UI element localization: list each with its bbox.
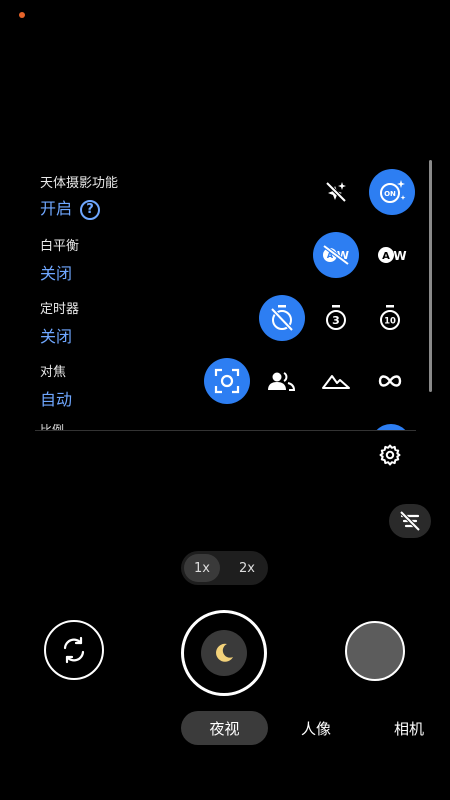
focus-label: 对焦 xyxy=(40,365,67,380)
astro-setting[interactable]: 天体摄影功能 开启? xyxy=(40,172,118,220)
mode-tab-night[interactable]: 夜视 xyxy=(181,711,268,745)
focus-landscape-option[interactable] xyxy=(313,358,359,404)
focus-portrait-icon xyxy=(268,372,295,391)
timer-3s-option[interactable]: 3 xyxy=(313,295,359,341)
motion-off-icon xyxy=(399,510,421,532)
timer-10s-option[interactable]: 10 xyxy=(367,295,413,341)
settings-button[interactable] xyxy=(375,440,405,470)
timer-setting[interactable]: 定时器 关闭 xyxy=(40,298,79,347)
white-balance-setting[interactable]: 白平衡 关闭 xyxy=(40,235,79,284)
gallery-thumbnail[interactable] xyxy=(345,621,405,681)
timer-label: 定时器 xyxy=(40,302,80,317)
settings-divider xyxy=(35,430,416,431)
focus-landscape-icon xyxy=(322,375,350,389)
awb-option[interactable]: A W xyxy=(369,232,415,278)
awb-off-icon: A W xyxy=(322,244,350,266)
focus-setting[interactable]: 对焦 自动 xyxy=(40,361,72,410)
astro-on-option[interactable]: ON xyxy=(369,169,415,215)
zoom-1x-button[interactable]: 1x xyxy=(184,554,220,582)
gear-icon xyxy=(379,444,401,466)
moon-icon xyxy=(216,643,233,662)
timer-3s-text: 3 xyxy=(332,314,340,327)
astro-label: 天体摄影功能 xyxy=(40,176,119,191)
focus-portrait-option[interactable] xyxy=(258,358,304,404)
astro-off-option[interactable] xyxy=(313,169,359,215)
focus-infinity-option[interactable] xyxy=(367,358,413,404)
timer-10s-text: 10 xyxy=(384,317,396,327)
focus-auto-icon xyxy=(214,368,240,394)
focus-value: 自动 xyxy=(40,390,73,409)
astro-off-icon xyxy=(325,181,347,203)
focus-infinity-icon xyxy=(378,375,402,387)
help-icon[interactable]: ? xyxy=(80,199,101,220)
timer-10s-icon: 10 xyxy=(380,305,400,330)
timer-off-icon xyxy=(270,305,294,332)
quick-settings-panel: 天体摄影功能 开启? ON 白平衡 关闭 A W A W 定时器 关闭 3 10… xyxy=(0,150,440,430)
shutter-button[interactable] xyxy=(181,610,267,696)
svg-text:A: A xyxy=(382,251,390,262)
focus-auto-option[interactable] xyxy=(204,358,250,404)
svg-text:W: W xyxy=(393,249,406,263)
settings-scrollbar[interactable] xyxy=(429,160,432,392)
astro-on-text: ON xyxy=(384,190,396,198)
mode-tab-camera[interactable]: 相机 xyxy=(394,711,424,745)
awb-off-option[interactable]: A W xyxy=(313,232,359,278)
mode-tab-portrait[interactable]: 人像 xyxy=(301,711,331,745)
status-indicator-dot xyxy=(19,12,25,18)
white-balance-value: 关闭 xyxy=(40,264,73,283)
timer-off-option[interactable] xyxy=(259,295,305,341)
switch-camera-icon xyxy=(63,636,85,664)
timer-value: 关闭 xyxy=(40,327,73,346)
white-balance-label: 白平衡 xyxy=(40,239,80,254)
switch-camera-button[interactable] xyxy=(44,620,104,680)
awb-icon: A W xyxy=(378,247,407,263)
zoom-2x-button[interactable]: 2x xyxy=(229,554,265,582)
astro-on-icon: ON xyxy=(380,180,406,203)
motion-photo-toggle[interactable] xyxy=(389,504,431,538)
astro-value: 开启 xyxy=(40,199,73,218)
shutter-inner xyxy=(201,630,247,676)
timer-3s-icon: 3 xyxy=(326,305,346,330)
